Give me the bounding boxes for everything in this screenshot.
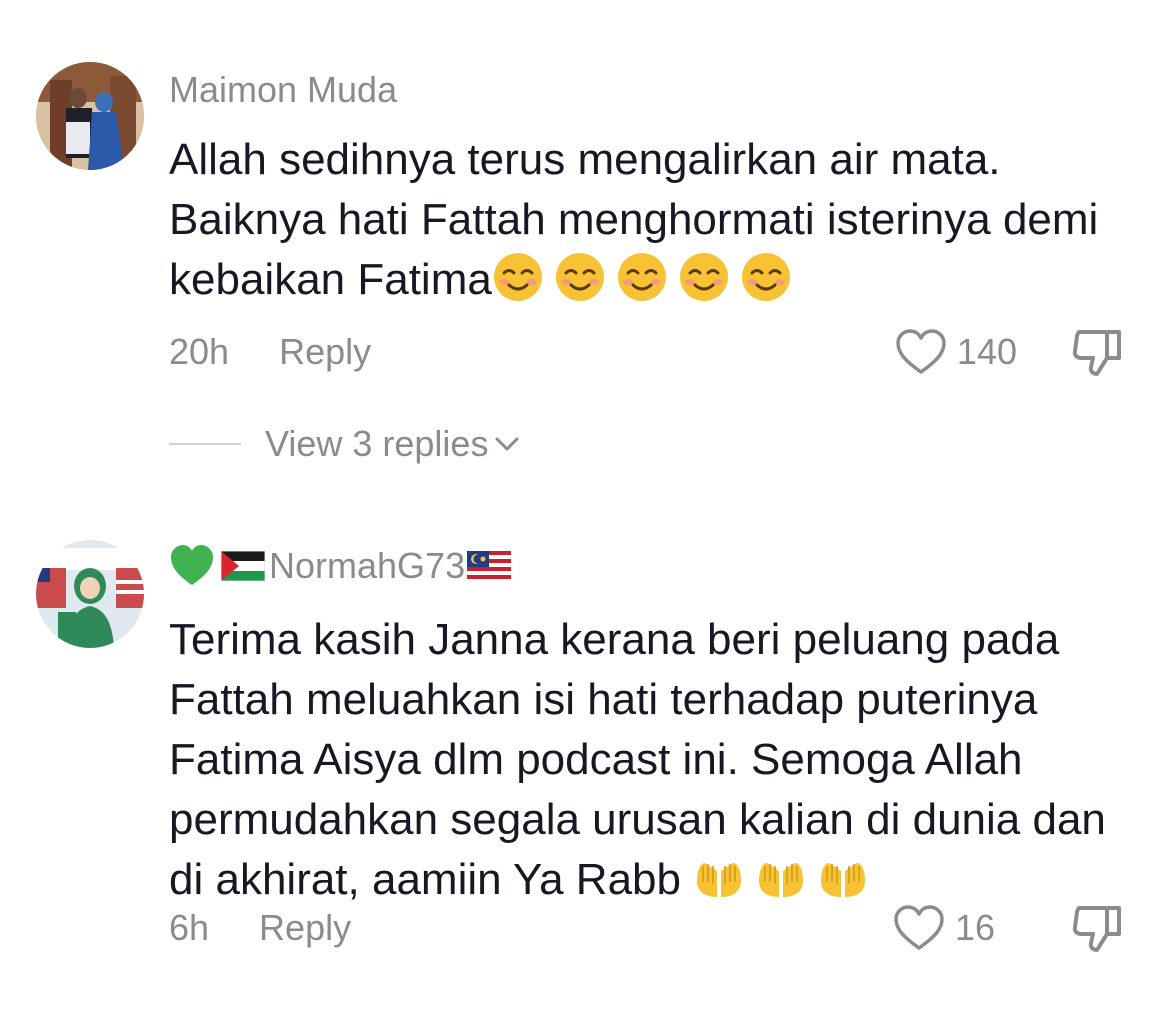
divider-line bbox=[169, 443, 241, 445]
palestine-flag-icon bbox=[221, 551, 265, 581]
heart-icon bbox=[894, 905, 944, 950]
chevron-down-icon bbox=[495, 437, 519, 451]
username[interactable]: Maimon Muda bbox=[169, 68, 397, 112]
like-button[interactable]: 140 bbox=[895, 329, 1017, 374]
emoji-row bbox=[492, 251, 792, 303]
reply-button[interactable]: Reply bbox=[279, 331, 371, 373]
comment-meta: 6h Reply bbox=[169, 906, 351, 950]
reply-button[interactable]: Reply bbox=[259, 907, 351, 949]
avatar[interactable] bbox=[36, 62, 144, 170]
like-count: 16 bbox=[954, 907, 995, 948]
heart-icon bbox=[896, 329, 946, 374]
like-count: 140 bbox=[956, 331, 1017, 372]
comment-body: Terima kasih Janna kerana beri peluang p… bbox=[169, 615, 1106, 904]
smiling-face-icon bbox=[492, 251, 544, 303]
smiling-face-icon bbox=[554, 251, 606, 303]
comment-meta: 20h Reply bbox=[169, 330, 371, 374]
green-heart-icon bbox=[171, 545, 213, 585]
smiling-face-icon bbox=[616, 251, 668, 303]
like-button[interactable]: 16 bbox=[893, 905, 995, 950]
thumbs-down-icon bbox=[1072, 906, 1121, 952]
timestamp: 20h bbox=[169, 331, 230, 372]
thumbs-down-icon bbox=[1072, 330, 1121, 376]
view-replies-button[interactable]: View 3 replies bbox=[169, 422, 520, 466]
timestamp: 6h bbox=[169, 907, 210, 948]
username-text: Maimon Muda bbox=[169, 69, 398, 110]
username[interactable]: NormahG73 bbox=[169, 544, 515, 588]
open-hands-icon bbox=[755, 851, 807, 903]
username-text: NormahG73 bbox=[269, 545, 466, 586]
avatar[interactable] bbox=[36, 540, 144, 648]
smiling-face-icon bbox=[740, 251, 792, 303]
comment-text: Allah sedihnya terus mengalirkan air mat… bbox=[169, 130, 1129, 310]
open-hands-icon bbox=[817, 851, 869, 903]
comment-text: Terima kasih Janna kerana beri peluang p… bbox=[169, 610, 1129, 910]
open-hands-icon bbox=[693, 851, 745, 903]
dislike-button[interactable] bbox=[1071, 904, 1125, 954]
view-replies-label: View 3 replies bbox=[265, 423, 489, 464]
emoji-row bbox=[693, 851, 869, 903]
dislike-button[interactable] bbox=[1071, 328, 1125, 378]
malaysia-flag-icon bbox=[467, 551, 512, 581]
smiling-face-icon bbox=[678, 251, 730, 303]
